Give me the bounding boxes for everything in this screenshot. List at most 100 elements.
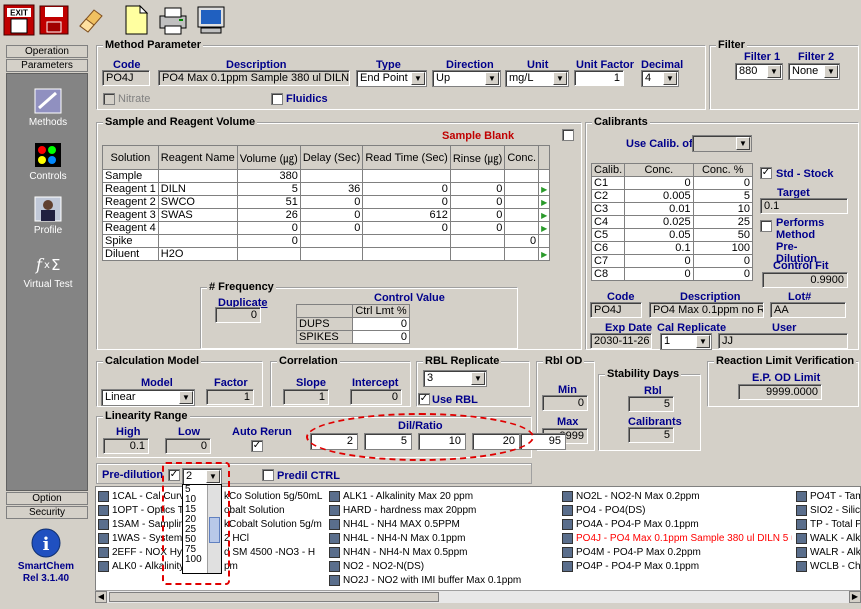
tab-option[interactable]: Option: [6, 492, 88, 505]
sample-blank-checkbox[interactable]: [562, 129, 574, 141]
description-field[interactable]: PO4 Max 0.1ppm Sample 380 ul DILN 5 u: [158, 70, 350, 86]
stab-calibrants-field[interactable]: 5: [628, 427, 674, 443]
exp-date-field[interactable]: 2030-11-26: [590, 333, 652, 349]
cal-description-field[interactable]: PO4 Max 0.1ppm no R1 Dil: [649, 302, 764, 318]
save-icon[interactable]: [38, 4, 70, 36]
duplicate-field[interactable]: 0: [215, 307, 261, 323]
reagent-name-cell[interactable]: SWAS: [157, 208, 238, 222]
reagent-name-cell[interactable]: SWCO: [157, 195, 238, 209]
value-cell[interactable]: [299, 234, 364, 248]
method-list-item[interactable]: ALK1 - Alkalinity Max 20 ppm: [329, 490, 559, 504]
value-cell[interactable]: 0: [362, 195, 451, 209]
reagent-name-cell[interactable]: H2O: [157, 247, 238, 261]
value-cell[interactable]: 0: [449, 221, 506, 235]
info-icon[interactable]: i: [31, 528, 61, 561]
calib-value-cell[interactable]: 0.1: [624, 241, 694, 255]
value-cell[interactable]: 0: [236, 221, 301, 235]
scroll-right-icon[interactable]: ▶: [849, 591, 861, 603]
unit-dropdown[interactable]: mg/L ▼: [505, 70, 569, 87]
nav-profile[interactable]: Profile: [7, 196, 89, 236]
rbl-replicate-dropdown[interactable]: 3 ▼: [423, 370, 487, 387]
method-list-item[interactable]: NH4N - NH4-N Max 0.5ppm: [329, 546, 559, 560]
cal-replicate-dropdown[interactable]: 1 ▼: [660, 333, 712, 350]
predil-ctrl-checkbox[interactable]: [262, 469, 274, 481]
value-cell[interactable]: 380: [236, 169, 301, 183]
calib-value-cell[interactable]: 0: [624, 176, 694, 190]
value-cell[interactable]: [299, 169, 364, 183]
value-cell[interactable]: [236, 247, 301, 261]
lot-field[interactable]: AA: [770, 302, 846, 318]
decimal-dropdown[interactable]: 4 ▼: [641, 70, 679, 87]
calib-value-cell[interactable]: 0.01: [624, 202, 694, 216]
horizontal-scrollbar[interactable]: ◀ ▶: [95, 590, 861, 603]
high-field[interactable]: 0.1: [103, 438, 149, 454]
value-cell[interactable]: 0: [504, 234, 540, 248]
calib-value-cell[interactable]: 0: [692, 176, 754, 190]
value-cell[interactable]: 0: [449, 195, 506, 209]
method-list-item[interactable]: WCLB - Chlo: [796, 560, 860, 574]
method-list-item[interactable]: NO2 - NO2-N(DS): [329, 560, 559, 574]
value-cell[interactable]: 0: [449, 208, 506, 222]
method-list-item[interactable]: TP - Total P: [796, 518, 860, 532]
value-cell[interactable]: [504, 169, 540, 183]
reagent-name-cell[interactable]: DILN: [157, 182, 238, 196]
value-cell[interactable]: [504, 221, 540, 235]
method-list-item[interactable]: PO4 - PO4(DS): [562, 504, 792, 518]
method-list-item[interactable]: NH4L - NH4-N Max 0.1ppm: [329, 532, 559, 546]
unit-factor-field[interactable]: 1: [574, 70, 624, 86]
printer-icon[interactable]: [157, 4, 189, 36]
value-cell[interactable]: [504, 247, 540, 261]
value-cell[interactable]: 0: [236, 234, 301, 248]
type-dropdown[interactable]: End Point ▼: [356, 70, 427, 87]
filter2-dropdown[interactable]: None ▼: [788, 63, 840, 80]
use-calib-dropdown[interactable]: ▼: [692, 135, 752, 152]
nav-virtual-test[interactable]: fxΣ Virtual Test: [7, 250, 89, 290]
model-dropdown[interactable]: Linear ▼: [101, 389, 195, 406]
calib-value-cell[interactable]: 0: [692, 254, 754, 268]
value-cell[interactable]: [504, 195, 540, 209]
fluidics-checkbox[interactable]: [271, 93, 283, 105]
nav-controls[interactable]: Controls: [7, 142, 89, 182]
calib-value-cell[interactable]: 0.05: [624, 228, 694, 242]
nitrate-checkbox[interactable]: [103, 93, 115, 105]
calib-value-cell[interactable]: 10: [692, 202, 754, 216]
value-cell[interactable]: 51: [236, 195, 301, 209]
code-field[interactable]: PO4J: [102, 70, 150, 86]
value-cell[interactable]: 0: [299, 195, 364, 209]
method-list-item[interactable]: HARD - hardness max 20ppm: [329, 504, 559, 518]
new-document-icon[interactable]: [120, 4, 152, 36]
eraser-icon[interactable]: [74, 4, 106, 36]
method-list-item[interactable]: SIO2 - Silica: [796, 504, 860, 518]
calib-value-cell[interactable]: 25: [692, 215, 754, 229]
value-cell[interactable]: 36: [299, 182, 364, 196]
reagent-name-cell[interactable]: [157, 234, 238, 248]
stab-rbl-field[interactable]: 5: [628, 396, 674, 412]
method-list-item[interactable]: PO4T - Tam: [796, 490, 860, 504]
factor-field[interactable]: 1: [206, 389, 254, 405]
control-fit-field[interactable]: 0.9900: [762, 272, 848, 288]
method-list-item[interactable]: PO4P - PO4-P Max 0.1ppm: [562, 560, 792, 574]
dups-value[interactable]: 0: [352, 317, 410, 331]
calib-value-cell[interactable]: 50: [692, 228, 754, 242]
method-list-item[interactable]: PO4M - PO4-P Max 0.2ppm: [562, 546, 792, 560]
direction-dropdown[interactable]: Up ▼: [432, 70, 501, 87]
method-list-item[interactable]: WALR - Alka: [796, 546, 860, 560]
filter1-dropdown[interactable]: 880 ▼: [735, 63, 783, 80]
scroll-left-icon[interactable]: ◀: [95, 591, 107, 603]
exit-icon[interactable]: EXIT: [3, 4, 35, 36]
nav-methods[interactable]: Methods: [7, 88, 89, 128]
value-cell[interactable]: [449, 169, 506, 183]
performs-predilution-checkbox[interactable]: [760, 220, 772, 232]
low-field[interactable]: 0: [165, 438, 211, 454]
value-cell[interactable]: 0: [299, 208, 364, 222]
value-cell[interactable]: 612: [362, 208, 451, 222]
tab-security[interactable]: Security: [6, 506, 88, 519]
value-cell[interactable]: [362, 169, 451, 183]
value-cell[interactable]: [362, 247, 451, 261]
calib-value-cell[interactable]: 0.025: [624, 215, 694, 229]
value-cell[interactable]: 0: [362, 182, 451, 196]
auto-rerun-checkbox[interactable]: ✓: [251, 440, 263, 452]
tab-operation[interactable]: Operation: [6, 45, 88, 58]
ep-od-limit-field[interactable]: 9999.0000: [738, 384, 822, 400]
value-cell[interactable]: [504, 182, 540, 196]
